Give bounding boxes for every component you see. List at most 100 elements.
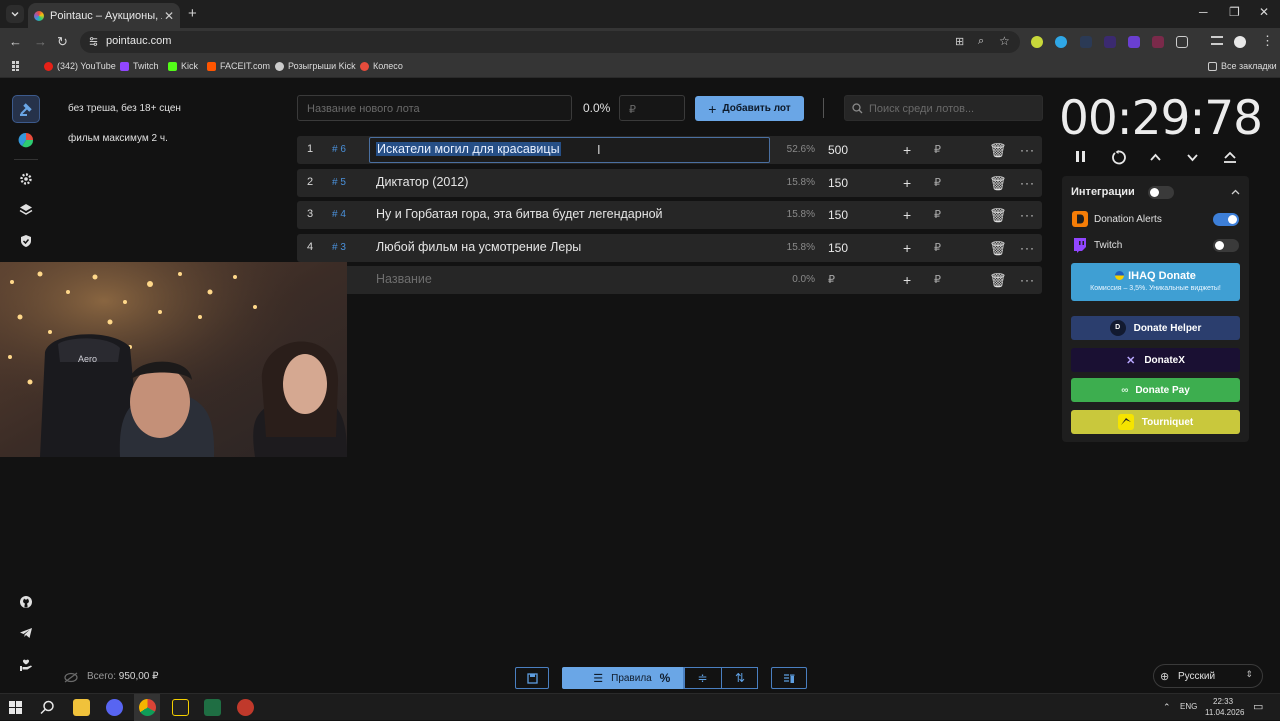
add-amount-icon[interactable]: + (903, 143, 911, 157)
browser-menu-icon[interactable]: ⋮ (1261, 33, 1274, 49)
currency-button[interactable]: ₽ (934, 176, 941, 189)
donate-pay-button[interactable]: ∞ Donate Pay (1071, 378, 1240, 402)
new-lot-amount-input[interactable]: ₽ (619, 95, 685, 121)
more-icon[interactable]: ··· (1020, 208, 1035, 222)
new-tab-button[interactable]: + (188, 5, 197, 22)
add-amount-icon[interactable]: + (903, 208, 911, 222)
donate-helper-button[interactable]: D Donate Helper (1071, 316, 1240, 340)
close-tab-icon[interactable]: ✕ (162, 9, 176, 23)
save-button[interactable] (515, 667, 549, 689)
add-amount-icon[interactable]: + (903, 176, 911, 190)
lot-name[interactable]: Любой фильм на усмотрение Леры (376, 240, 581, 254)
tourniquet-button[interactable]: Tourniquet (1071, 410, 1240, 434)
lot-name[interactable]: Диктатор (2012) (376, 175, 468, 189)
clock-date[interactable]: 11.04.2026 (1205, 708, 1244, 717)
sidebar-wheel-button[interactable] (12, 126, 40, 154)
currency-button[interactable]: ₽ (934, 273, 941, 286)
reset-icon[interactable] (1111, 150, 1126, 165)
close-window-icon[interactable]: ✕ (1259, 5, 1269, 19)
currency-button[interactable]: ₽ (934, 241, 941, 254)
lot-amount[interactable]: 150 (828, 208, 848, 222)
chevron-up-icon[interactable] (1231, 188, 1240, 197)
bookmark-star-icon[interactable]: ☆ (999, 34, 1010, 48)
lot-amount[interactable]: 500 (828, 143, 848, 157)
bookmark-twitch[interactable]: Twitch (120, 61, 159, 71)
lot-amount[interactable]: 150 (828, 176, 848, 190)
integrations-master-toggle[interactable] (1148, 186, 1174, 199)
sort-icon[interactable]: ⇅ (721, 667, 758, 689)
windows-start-icon[interactable] (9, 701, 22, 714)
bookmark-wheel[interactable]: Колесо (360, 61, 403, 71)
media-control-icon[interactable] (1211, 36, 1223, 45)
sidebar-github-button[interactable] (12, 588, 40, 616)
sidebar-shield-button[interactable] (12, 227, 40, 255)
donatex-button[interactable]: ✕ DonateX (1071, 348, 1240, 372)
bookmark-youtube[interactable]: (342) YouTube (44, 61, 116, 71)
extension-1-icon[interactable] (1031, 36, 1043, 48)
extension-6-icon[interactable] (1152, 36, 1164, 48)
lot-search-input[interactable]: Поиск среди лотов... (844, 95, 1043, 121)
chrome-icon[interactable] (139, 699, 156, 716)
sidebar-layers-button[interactable] (12, 196, 40, 224)
eye-off-icon[interactable] (64, 672, 78, 683)
trash-icon[interactable]: 🗑 (989, 273, 1007, 287)
add-lot-button[interactable]: + Добавить лот (695, 96, 804, 121)
forward-icon[interactable]: → (34, 34, 47, 49)
ihaq-donate-button[interactable]: IHAQ Donate Комиссия – 3,5%. Уникальные … (1071, 263, 1240, 301)
lot-amount[interactable]: 150 (828, 241, 848, 255)
donation-alerts-toggle[interactable] (1213, 213, 1239, 226)
currency-button[interactable]: ₽ (934, 208, 941, 221)
add-time-icon[interactable] (1149, 151, 1162, 164)
pause-icon[interactable] (1074, 150, 1087, 163)
sidebar-telegram-button[interactable] (12, 619, 40, 647)
bookmark-faceit[interactable]: FACEIT.com (207, 61, 270, 71)
twitch-toggle[interactable] (1213, 239, 1239, 252)
more-icon[interactable]: ··· (1020, 273, 1035, 287)
sidebar-donate-button[interactable] (12, 651, 40, 679)
clear-lots-button[interactable] (771, 667, 807, 689)
browser-tab-active[interactable]: Pointauc – Аукционы, лотереи ✕ (28, 3, 180, 28)
extensions-puzzle-icon[interactable] (1176, 36, 1188, 48)
notifications-icon[interactable]: ▭ (1253, 700, 1263, 713)
spreadsheet-app-icon[interactable] (204, 699, 221, 716)
tray-chevron-icon[interactable]: ⌃ (1163, 702, 1171, 713)
restore-icon[interactable]: ❐ (1229, 5, 1240, 19)
minimize-icon[interactable]: ─ (1199, 5, 1208, 19)
bookmark-kick-giveaways[interactable]: Розыгрыши Kick (275, 61, 356, 71)
trash-icon[interactable]: 🗑 (989, 176, 1007, 190)
percent-toggle-button[interactable]: % (646, 667, 684, 689)
file-explorer-icon[interactable] (73, 699, 90, 716)
compress-icon[interactable]: ≑ (684, 667, 721, 689)
sidebar-auction-button[interactable] (12, 95, 40, 123)
subtract-time-icon[interactable] (1186, 151, 1199, 164)
lot-name-input[interactable]: Название (376, 272, 432, 286)
search-icon[interactable] (40, 700, 55, 715)
bookmark-kick[interactable]: Kick (168, 61, 198, 71)
all-bookmarks[interactable]: Все закладки (1208, 61, 1277, 71)
apps-grid-icon[interactable] (12, 61, 22, 71)
extension-2-icon[interactable] (1055, 36, 1067, 48)
discord-icon[interactable] (106, 699, 123, 716)
more-icon[interactable]: ··· (1020, 241, 1035, 255)
extension-3-icon[interactable] (1080, 36, 1092, 48)
currency-button[interactable]: ₽ (934, 143, 941, 156)
profile-avatar[interactable] (1234, 36, 1246, 48)
back-icon[interactable]: ← (9, 34, 22, 49)
add-amount-icon[interactable]: + (903, 273, 911, 287)
lot-name[interactable]: Ну и Горбатая гора, эта битва будет леге… (376, 207, 663, 221)
lot-name[interactable]: Искатели могил для красавицы (376, 142, 561, 156)
language-select[interactable]: ⊕ Русский ⇕ (1153, 664, 1263, 688)
double-up-time-icon[interactable] (1223, 151, 1237, 165)
tab-search-dropdown[interactable] (6, 5, 24, 23)
more-icon[interactable]: ··· (1020, 143, 1035, 157)
new-lot-name-input[interactable]: Название нового лота (297, 95, 572, 121)
sidebar-settings-button[interactable] (12, 165, 40, 193)
keyboard-language[interactable]: ENG (1180, 702, 1197, 711)
more-icon[interactable]: ··· (1020, 176, 1035, 190)
headphones-app-icon[interactable] (172, 699, 189, 716)
add-amount-icon[interactable]: + (903, 241, 911, 255)
obs-icon[interactable] (237, 699, 254, 716)
address-bar[interactable]: pointauc.com ⊞ ⌕ ☆ (80, 31, 1020, 53)
trash-icon[interactable]: 🗑 (989, 208, 1007, 222)
zoom-icon[interactable]: ⌕ (978, 35, 984, 48)
